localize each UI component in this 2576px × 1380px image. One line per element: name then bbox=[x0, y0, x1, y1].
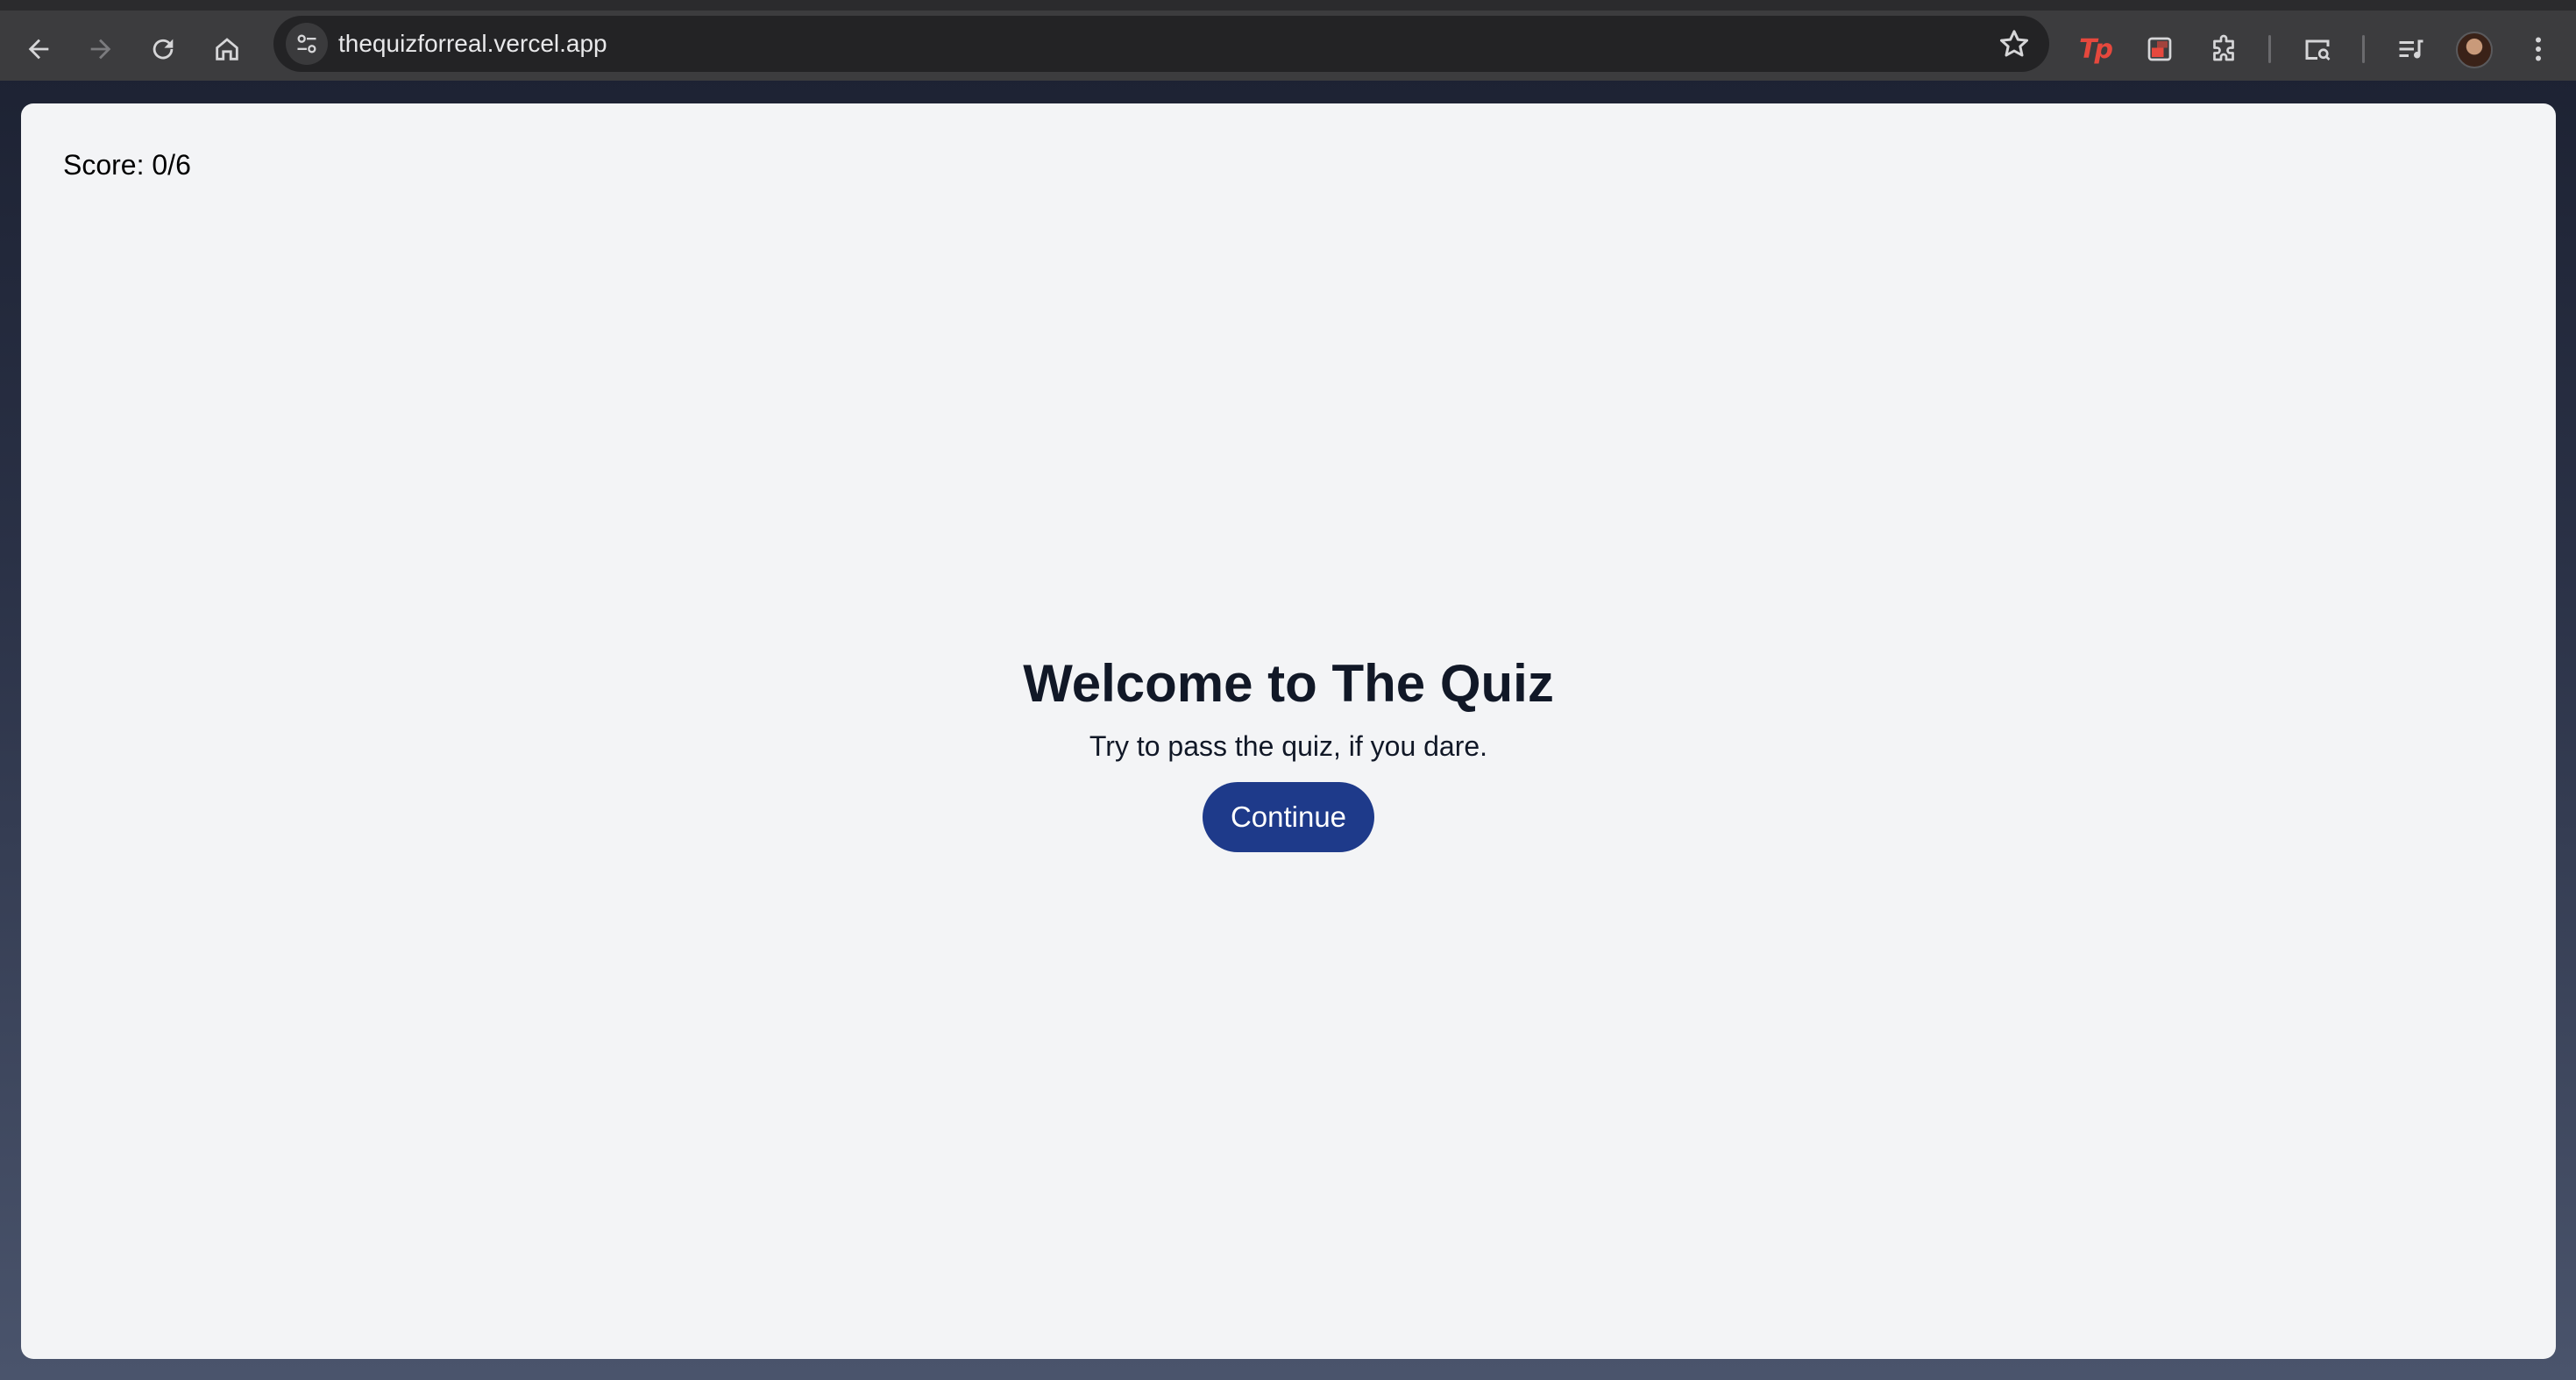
address-bar[interactable]: thequizforreal.vercel.app bbox=[273, 16, 2049, 72]
video-extension-icon bbox=[2147, 37, 2172, 61]
score-counter: Score: 0/6 bbox=[63, 149, 191, 181]
more-menu-button[interactable] bbox=[2517, 28, 2559, 70]
tune-icon bbox=[297, 34, 316, 53]
tab-search-button[interactable] bbox=[2296, 28, 2338, 70]
toolbar-divider bbox=[2362, 35, 2365, 63]
more-menu-icon bbox=[2536, 37, 2541, 61]
toolbar-divider bbox=[2268, 35, 2271, 63]
profile-avatar[interactable] bbox=[2456, 32, 2493, 68]
reload-icon bbox=[153, 39, 174, 60]
home-icon bbox=[216, 38, 238, 60]
browser-toolbar: thequizforreal.vercel.app Tp bbox=[0, 0, 2576, 81]
continue-button[interactable]: Continue bbox=[1202, 782, 1375, 852]
home-button[interactable] bbox=[202, 25, 252, 74]
page-subtitle: Try to pass the quiz, if you dare. bbox=[1089, 730, 1488, 762]
video-extension-button[interactable] bbox=[2139, 28, 2181, 70]
tp-extension-button[interactable]: Tp bbox=[2074, 28, 2116, 70]
forward-button[interactable] bbox=[76, 25, 125, 74]
url-text[interactable]: thequizforreal.vercel.app bbox=[338, 16, 607, 72]
tab-search-icon bbox=[2305, 39, 2331, 60]
back-button[interactable] bbox=[14, 25, 63, 74]
star-icon[interactable] bbox=[1997, 26, 2032, 61]
reload-button[interactable] bbox=[138, 25, 188, 74]
tp-extension-icon: Tp bbox=[2079, 33, 2113, 65]
arrow-left-icon bbox=[28, 39, 49, 60]
extensions-button[interactable] bbox=[2203, 28, 2245, 70]
arrow-right-icon bbox=[90, 39, 111, 60]
media-control-icon bbox=[2399, 39, 2423, 59]
page-title: Welcome to The Quiz bbox=[1023, 654, 1554, 713]
media-control-button[interactable] bbox=[2390, 28, 2432, 70]
site-info-button[interactable] bbox=[286, 23, 328, 65]
welcome-section: Welcome to The Quiz Try to pass the quiz… bbox=[21, 649, 2556, 852]
puzzle-icon bbox=[2213, 34, 2234, 61]
page-viewport: Score: 0/6 Welcome to The Quiz Try to pa… bbox=[21, 103, 2556, 1359]
